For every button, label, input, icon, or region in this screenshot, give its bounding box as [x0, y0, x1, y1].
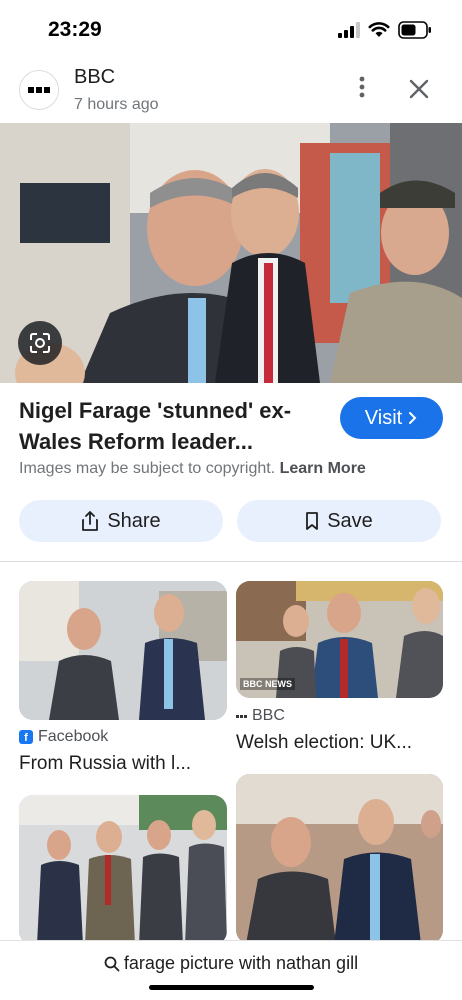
- wifi-icon: [368, 22, 390, 37]
- result-title[interactable]: Nigel Farage 'stunned' ex-Wales Reform l…: [19, 395, 319, 457]
- hero-photo: [0, 123, 462, 383]
- status-bar: 23:29: [0, 0, 462, 60]
- bbc-mini-icon: [236, 714, 247, 718]
- related-thumbnail-4[interactable]: [236, 774, 443, 944]
- search-query-text: farage picture with nathan gill: [123, 953, 359, 973]
- save-button[interactable]: Save: [237, 500, 441, 542]
- hero-image[interactable]: [0, 123, 462, 383]
- learn-more-link[interactable]: Learn More: [280, 460, 366, 477]
- related-source-1: f Facebook: [19, 728, 108, 746]
- copyright-text: Images may be subject to copyright.: [19, 460, 276, 477]
- bbc-logo: [19, 70, 59, 110]
- bbc-news-tag: BBC NEWS: [240, 678, 295, 690]
- home-indicator: [149, 985, 314, 990]
- divider: [0, 561, 462, 562]
- visit-label: Visit: [364, 406, 403, 429]
- lens-button[interactable]: [18, 321, 62, 365]
- copyright-notice: Images may be subject to copyright. Lear…: [19, 460, 366, 478]
- more-vert-icon[interactable]: [352, 74, 372, 100]
- result-header: BBC 7 hours ago: [0, 60, 462, 122]
- source-name: BBC: [74, 66, 116, 88]
- related-thumbnail-2[interactable]: BBC NEWS: [236, 581, 443, 698]
- bottom-search-bar: farage picture with nathan gill: [0, 940, 462, 1000]
- related-photo-4: [236, 774, 443, 944]
- share-button[interactable]: Share: [19, 500, 223, 542]
- related-title-2[interactable]: Welsh election: UK...: [236, 732, 412, 754]
- source-timestamp: 7 hours ago: [74, 96, 159, 113]
- signal-icon: [338, 22, 360, 38]
- chevron-right-icon: [409, 412, 417, 424]
- close-icon[interactable]: [404, 74, 434, 104]
- lens-icon: [30, 333, 50, 353]
- related-source-2: BBC: [236, 707, 285, 725]
- visit-button[interactable]: Visit: [340, 397, 443, 439]
- related-source-label: Facebook: [38, 728, 109, 745]
- related-photo-1: [19, 581, 227, 720]
- share-label: Share: [107, 509, 161, 532]
- related-title-1[interactable]: From Russia with l...: [19, 753, 191, 775]
- bookmark-icon: [306, 512, 319, 530]
- battery-icon: [398, 21, 431, 39]
- share-icon: [82, 511, 99, 531]
- related-thumbnail-1[interactable]: [19, 581, 227, 720]
- save-label: Save: [327, 509, 373, 532]
- related-source-label: BBC: [252, 707, 285, 724]
- related-photo-3: [19, 795, 227, 945]
- facebook-icon: f: [19, 730, 33, 744]
- search-query-chip[interactable]: farage picture with nathan gill: [0, 953, 462, 974]
- status-time: 23:29: [48, 18, 102, 41]
- search-icon: [104, 956, 120, 971]
- related-thumbnail-3[interactable]: [19, 795, 227, 945]
